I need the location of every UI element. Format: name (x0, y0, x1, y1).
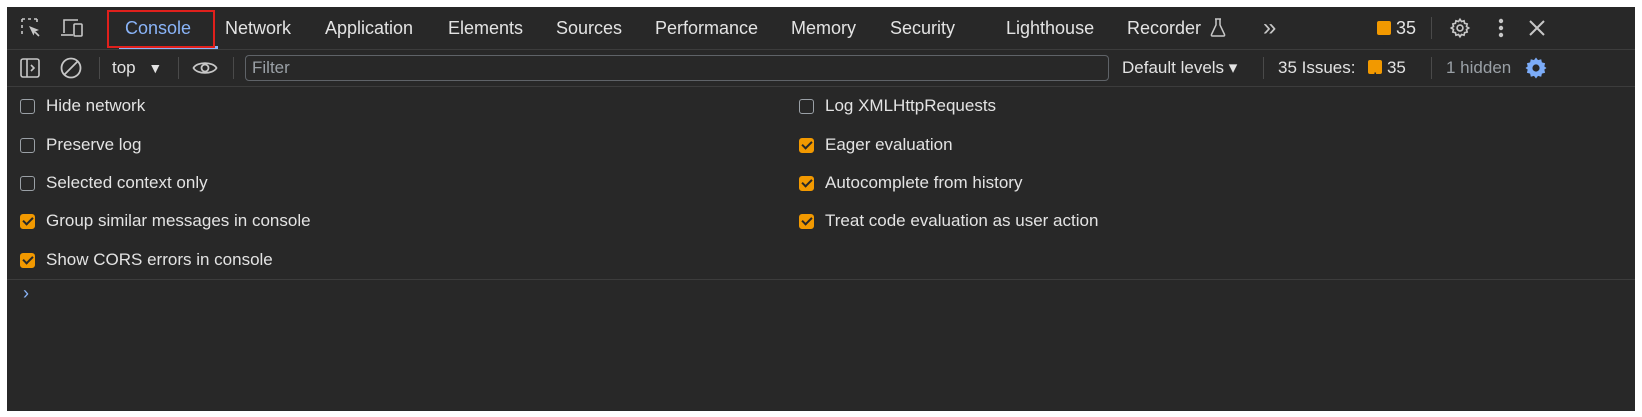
main-tab-bar: Console Network Application Elements Sou… (7, 7, 1635, 62)
divider (233, 57, 234, 79)
tab-network[interactable]: Network (225, 7, 291, 49)
filter-input[interactable] (245, 55, 1109, 81)
tab-security[interactable]: Security (890, 7, 955, 49)
tab-recorder-label: Recorder (1127, 18, 1202, 38)
close-icon[interactable] (1524, 15, 1550, 41)
kebab-menu-icon[interactable] (1488, 15, 1514, 41)
console-settings-gear-icon[interactable] (1523, 55, 1549, 81)
more-tabs-button[interactable]: » (1263, 7, 1276, 49)
setting-label: Show CORS errors in console (46, 250, 273, 269)
checkbox-checked[interactable] (20, 252, 35, 268)
checkbox-checked[interactable] (799, 213, 814, 229)
device-toolbar-icon[interactable] (59, 15, 85, 41)
tab-elements[interactable]: Elements (448, 7, 523, 49)
flask-icon (1210, 10, 1226, 52)
setting-label: Preserve log (46, 135, 142, 154)
tab-memory[interactable]: Memory (791, 7, 856, 49)
setting-autocomplete-history[interactable]: Autocomplete from history (799, 171, 1022, 195)
context-value: top (112, 58, 136, 77)
tab-lighthouse[interactable]: Lighthouse (1006, 7, 1094, 49)
issue-badge-icon (1377, 20, 1391, 62)
tab-recorder[interactable]: Recorder (1127, 7, 1226, 49)
issue-badge-icon (1368, 59, 1383, 95)
devtools-panel: Console Network Application Elements Sou… (7, 7, 1635, 411)
checkbox-checked[interactable] (20, 213, 35, 229)
sidebar-toggle-icon[interactable] (17, 55, 43, 81)
divider (1431, 57, 1432, 79)
checkbox[interactable] (20, 137, 35, 153)
setting-label: Eager evaluation (825, 135, 953, 154)
checkbox[interactable] (20, 175, 35, 191)
setting-label: Autocomplete from history (825, 173, 1023, 192)
checkbox-checked[interactable] (799, 175, 814, 191)
issues-button[interactable]: 35 Issues: 35 (1278, 50, 1406, 95)
issues-count: 35 (1386, 58, 1406, 77)
divider (1263, 57, 1264, 79)
setting-label: Selected context only (46, 173, 208, 192)
tab-performance[interactable]: Performance (655, 7, 758, 49)
issues-label: 35 Issues: (1278, 58, 1356, 77)
dropdown-arrow-icon: ▼ (148, 60, 163, 76)
issues-count: 35 (1396, 18, 1417, 38)
setting-group-similar[interactable]: Group similar messages in console (20, 209, 311, 233)
hidden-messages-count: 1 hidden (1446, 58, 1512, 77)
gear-icon[interactable] (1447, 15, 1473, 41)
divider (99, 57, 100, 79)
context-selector[interactable]: top ▼ (112, 50, 162, 86)
tab-application[interactable]: Application (325, 7, 413, 49)
checkbox[interactable] (20, 98, 35, 114)
issues-counter[interactable]: 35 (1377, 7, 1417, 62)
tab-sources[interactable]: Sources (556, 7, 622, 49)
checkbox[interactable] (799, 98, 814, 114)
clear-console-icon[interactable] (58, 55, 84, 81)
setting-treat-code-evaluation[interactable]: Treat code evaluation as user action (799, 209, 1098, 233)
setting-selected-context-only[interactable]: Selected context only (20, 171, 208, 195)
setting-preserve-log[interactable]: Preserve log (20, 133, 141, 157)
setting-label: Treat code evaluation as user action (825, 211, 1099, 230)
setting-eager-evaluation[interactable]: Eager evaluation (799, 133, 953, 157)
divider (1431, 17, 1432, 39)
setting-show-cors-errors[interactable]: Show CORS errors in console (20, 248, 273, 272)
inspect-element-icon[interactable] (18, 15, 44, 41)
setting-label: Hide network (46, 96, 146, 115)
setting-label: Group similar messages in console (46, 211, 311, 230)
highlight-box (107, 10, 215, 48)
eye-icon[interactable] (192, 55, 218, 81)
divider (178, 57, 179, 79)
default-levels-dropdown[interactable]: Default levels ▾ (1122, 50, 1237, 86)
divider (7, 279, 1635, 280)
checkbox-checked[interactable] (799, 137, 814, 153)
console-prompt-icon[interactable]: › (23, 283, 29, 304)
setting-log-xmlhttprequests[interactable]: Log XMLHttpRequests (799, 94, 996, 118)
setting-label: Log XMLHttpRequests (825, 96, 997, 115)
setting-hide-network[interactable]: Hide network (20, 94, 145, 118)
console-toolbar: top ▼ Default levels ▾ 35 Issues: 35 1 h… (7, 50, 1635, 95)
